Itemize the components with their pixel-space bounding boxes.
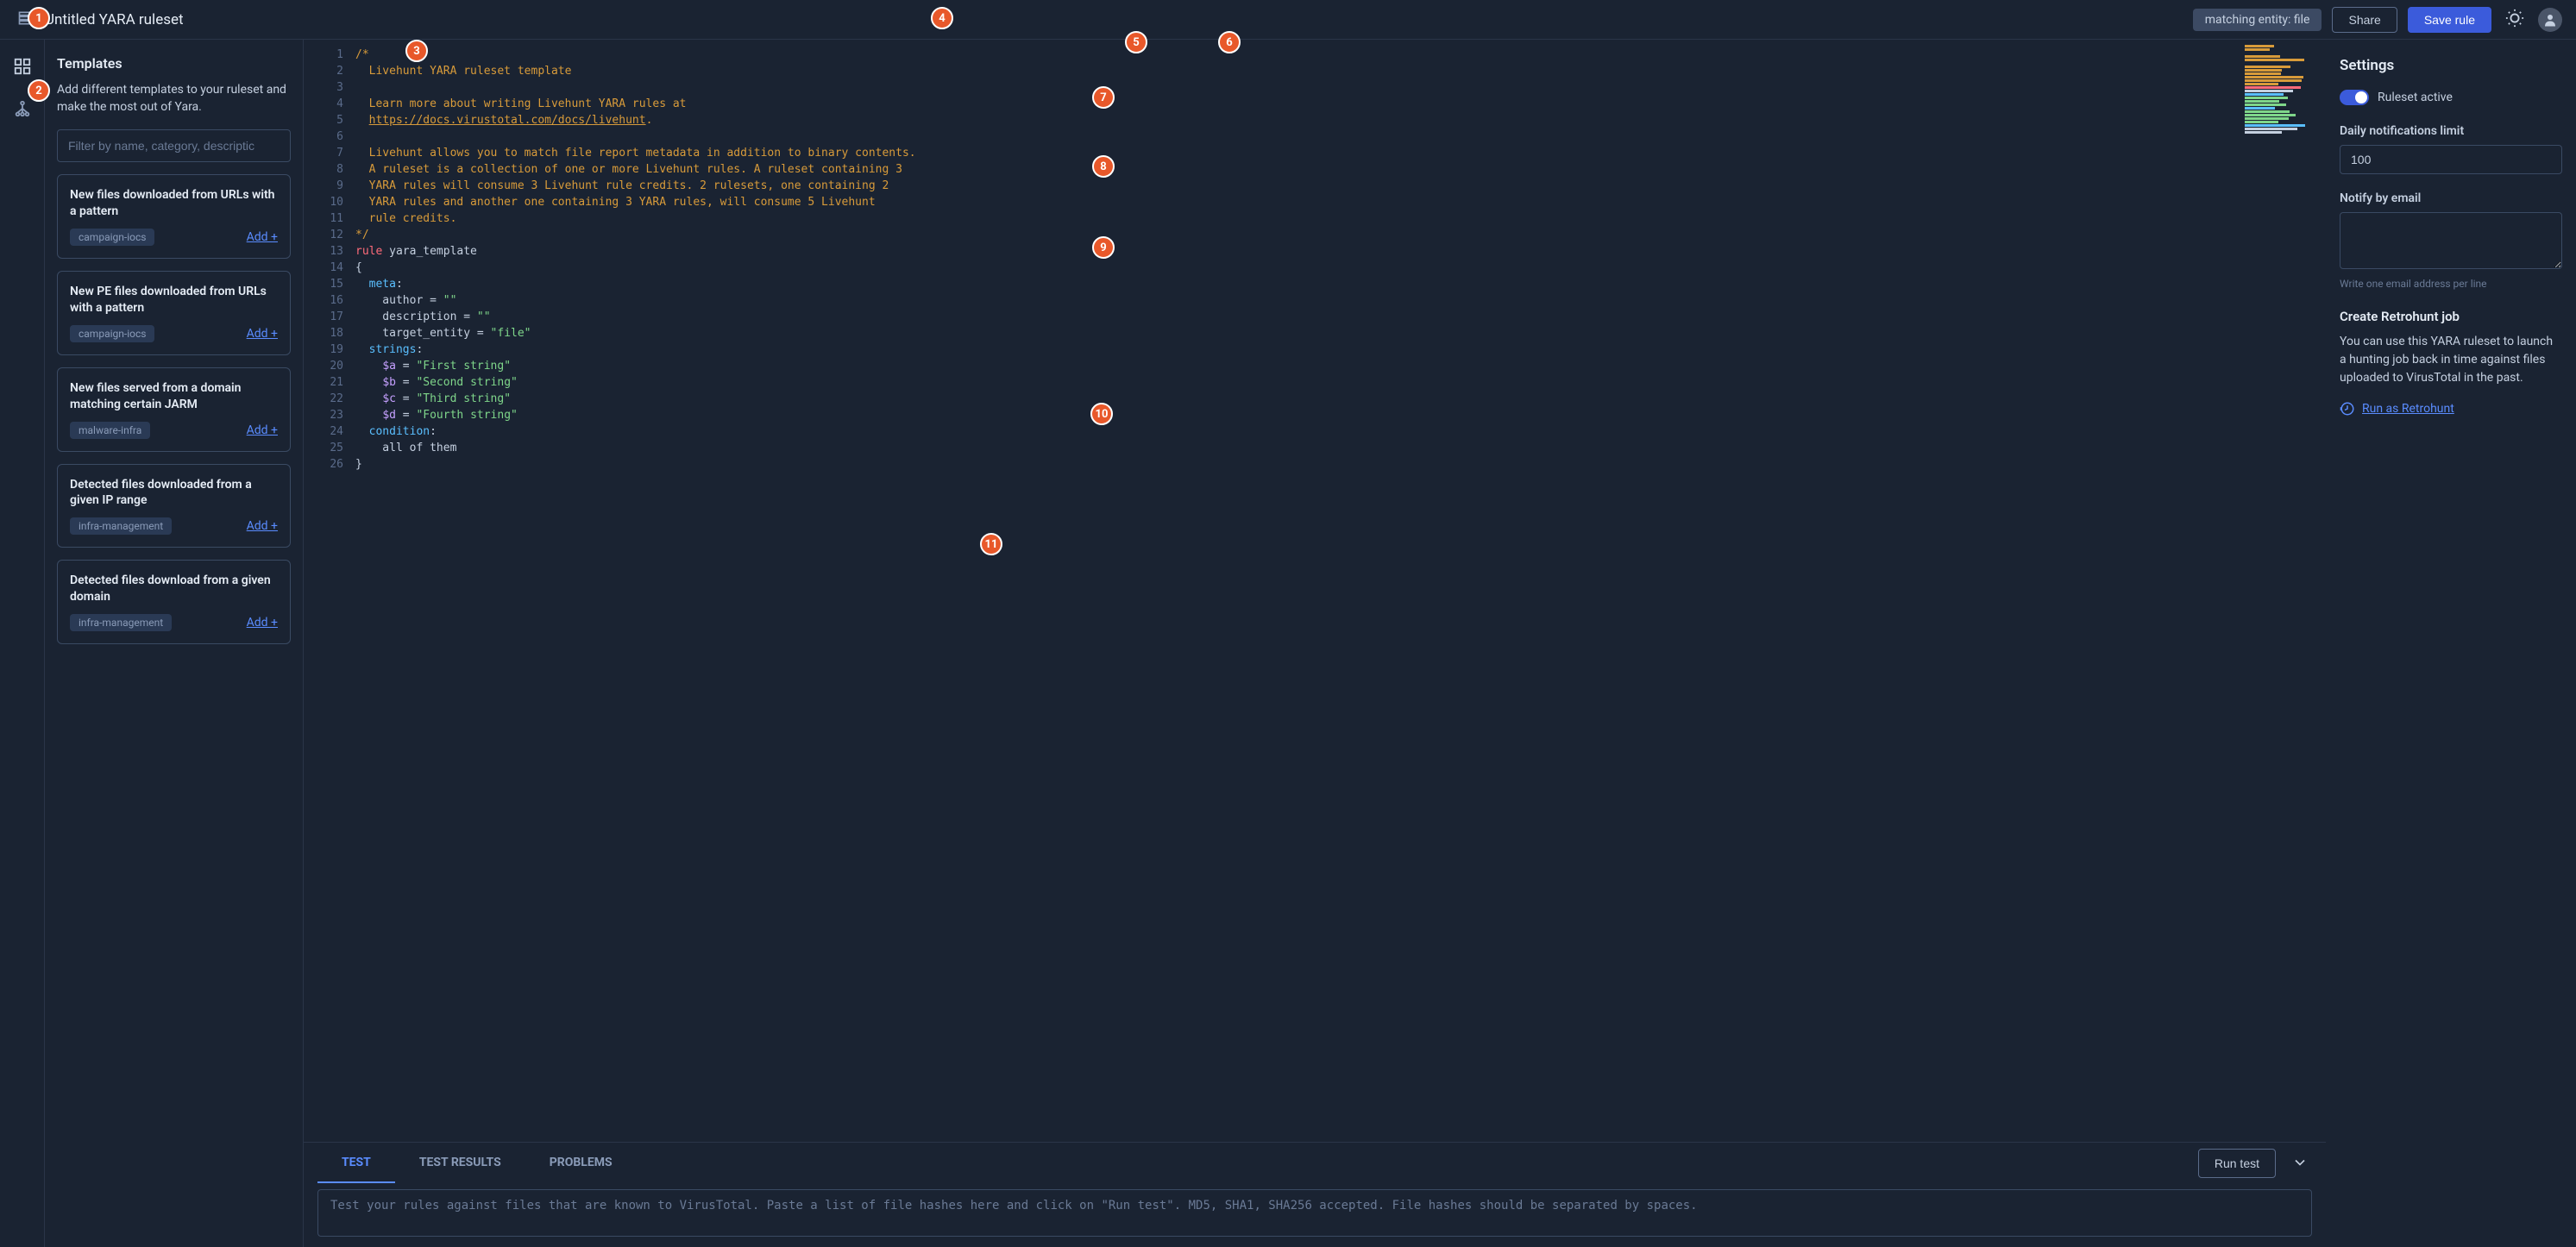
run-test-button[interactable]: Run test <box>2198 1149 2276 1178</box>
template-tag: malware-infra <box>70 422 150 439</box>
retrohunt-title: Create Retrohunt job <box>2340 309 2562 324</box>
notify-email-input[interactable] <box>2340 212 2562 269</box>
retrohunt-icon <box>2340 401 2355 417</box>
template-title: New PE files downloaded from URLs with a… <box>70 284 278 316</box>
tab-problems[interactable]: PROBLEMS <box>525 1144 637 1183</box>
settings-heading: Settings <box>2340 57 2562 74</box>
template-tag: infra-management <box>70 614 172 631</box>
settings-panel: Settings Ruleset active Daily notificati… <box>2326 40 2576 1247</box>
template-card: Detected files downloaded from a given I… <box>57 464 291 548</box>
template-add-link[interactable]: Add + <box>247 519 278 533</box>
minimap[interactable] <box>2240 40 2326 1142</box>
header: Untitled YARA ruleset matching entity: f… <box>0 0 2576 40</box>
nav-rail <box>0 40 45 1247</box>
matching-entity-badge[interactable]: matching entity: file <box>2193 9 2322 31</box>
notify-email-hint: Write one email address per line <box>2340 278 2562 290</box>
templates-filter-input[interactable] <box>57 129 291 162</box>
daily-limit-input[interactable] <box>2340 145 2562 174</box>
save-rule-button[interactable]: Save rule <box>2408 7 2491 33</box>
daily-limit-label: Daily notifications limit <box>2340 124 2562 138</box>
templates-nav-icon[interactable] <box>9 53 35 82</box>
test-hashes-input[interactable] <box>317 1189 2312 1237</box>
collapse-panel-icon[interactable] <box>2288 1150 2312 1177</box>
share-button[interactable]: Share <box>2332 7 2397 33</box>
code-editor[interactable]: 1234567891011121314151617181920212223242… <box>304 40 2326 1142</box>
avatar[interactable] <box>2538 8 2562 32</box>
bottom-panel: TEST TEST RESULTS PROBLEMS Run test <box>304 1142 2326 1247</box>
template-tag: campaign-iocs <box>70 229 154 246</box>
ruleset-icon <box>14 6 38 34</box>
template-add-link[interactable]: Add + <box>247 616 278 630</box>
template-card: New files downloaded from URLs with a pa… <box>57 174 291 259</box>
template-title: New files served from a domain matching … <box>70 380 278 413</box>
templates-description: Add different templates to your ruleset … <box>57 82 291 116</box>
notify-email-label: Notify by email <box>2340 191 2562 205</box>
template-card: New PE files downloaded from URLs with a… <box>57 271 291 355</box>
theme-toggle-icon[interactable] <box>2502 5 2528 34</box>
ruleset-active-label: Ruleset active <box>2378 91 2453 104</box>
line-gutter: 1234567891011121314151617181920212223242… <box>304 40 355 1142</box>
templates-sidebar: Templates Add different templates to you… <box>45 40 304 1247</box>
template-tag: infra-management <box>70 517 172 535</box>
template-card: New files served from a domain matching … <box>57 367 291 452</box>
template-add-link[interactable]: Add + <box>247 423 278 437</box>
structure-nav-icon[interactable] <box>9 96 35 124</box>
templates-heading: Templates <box>57 55 291 72</box>
template-title: Detected files download from a given dom… <box>70 573 278 605</box>
page-title: Untitled YARA ruleset <box>45 11 184 28</box>
template-title: Detected files downloaded from a given I… <box>70 477 278 510</box>
template-card: Detected files download from a given dom… <box>57 560 291 644</box>
run-retrohunt-link[interactable]: Run as Retrohunt <box>2340 401 2562 417</box>
tab-test-results[interactable]: TEST RESULTS <box>395 1144 525 1183</box>
ruleset-active-toggle[interactable] <box>2340 90 2369 105</box>
code-content[interactable]: /* Livehunt YARA ruleset template Learn … <box>355 40 2240 1142</box>
template-tag: campaign-iocs <box>70 325 154 342</box>
template-add-link[interactable]: Add + <box>247 230 278 244</box>
tab-test[interactable]: TEST <box>317 1144 395 1183</box>
template-add-link[interactable]: Add + <box>247 327 278 341</box>
retrohunt-description: You can use this YARA ruleset to launch … <box>2340 333 2562 387</box>
template-title: New files downloaded from URLs with a pa… <box>70 187 278 220</box>
